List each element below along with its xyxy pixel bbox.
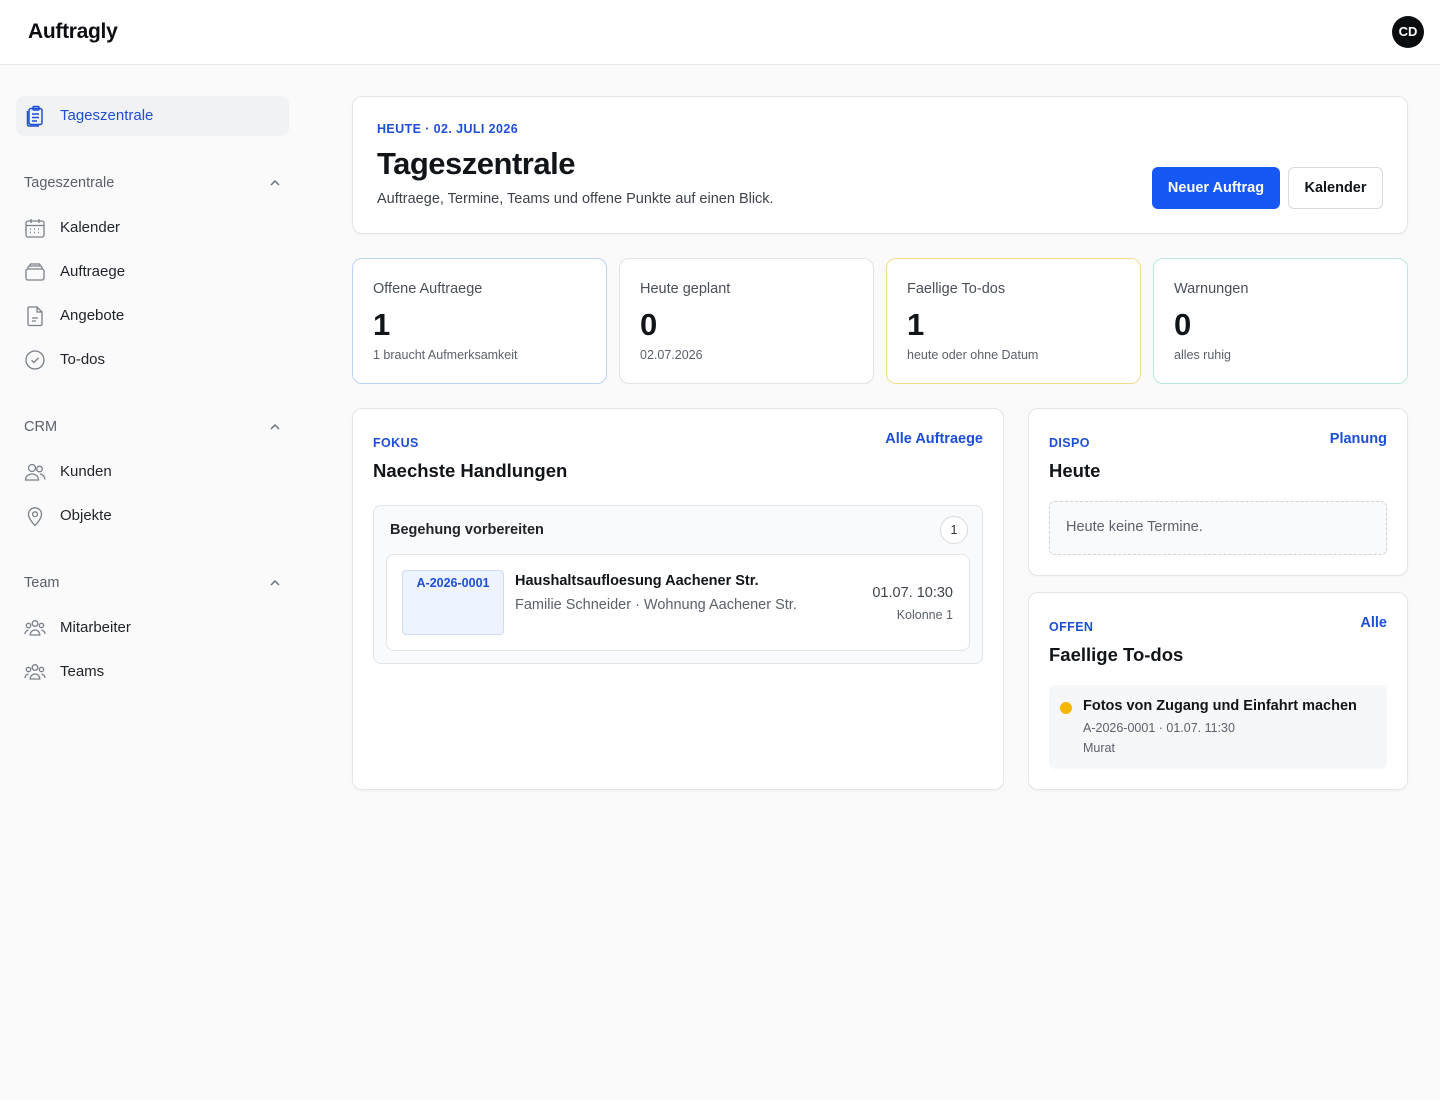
section-eyebrow: DISPO [1049,436,1090,450]
all-orders-link[interactable]: Alle Auftraege [885,431,983,447]
stat-title: Faellige To-dos [907,281,1006,297]
sidebar-item-label: Tageszentrale [60,107,154,124]
sidebar: Tageszentrale Tageszentrale Kalender Auf… [0,65,305,1100]
stack-icon [25,263,45,281]
sidebar-group-crm[interactable]: CRM [24,417,282,439]
empty-appointments: Heute keine Termine. [1049,501,1387,555]
section-eyebrow: OFFEN [1049,620,1094,634]
calendar-button[interactable]: Kalender [1288,167,1383,209]
order-datetime: 01.07. 10:30 [872,585,953,601]
stat-value: 1 [373,307,391,342]
section-title: Heute [1049,460,1101,481]
sidebar-item-label: To-dos [60,351,106,368]
document-icon [27,306,43,327]
stat-title: Offene Auftraege [373,281,483,297]
section-eyebrow: FOKUS [373,436,419,450]
todo-item[interactable]: Fotos von Zugang und Einfahrt machen A-2… [1049,685,1387,769]
order-id-badge[interactable]: A-2026-0001 [402,570,504,635]
date-eyebrow: HEUTE · 02. JULI 2026 [377,122,519,136]
todo-assignee: Murat [1083,741,1115,755]
clipboard-icon [26,105,43,127]
stat-subtext: 02.07.2026 [640,348,703,362]
all-todos-link[interactable]: Alle [1360,615,1387,631]
open-todos-card: OFFEN Alle Faellige To-dos Fotos von Zug… [1028,592,1408,790]
stat-title: Heute geplant [640,281,731,297]
brand-logo[interactable]: Auftragly [28,20,118,44]
order-team: Kolonne 1 [896,608,953,622]
stat-subtext: alles ruhig [1174,348,1231,362]
stat-title: Warnungen [1174,281,1249,297]
planning-link[interactable]: Planung [1330,431,1387,447]
sidebar-group-tageszentrale[interactable]: Tageszentrale [24,173,282,195]
sidebar-group-team[interactable]: Team [24,573,282,595]
sidebar-item-label: Angebote [60,307,125,324]
chevron-up-icon [270,179,280,186]
status-dot [1060,702,1072,714]
section-title: Faellige To-dos [1049,644,1184,665]
user-avatar[interactable]: CD [1392,16,1424,48]
stat-value: 1 [907,307,925,342]
sidebar-item-label: Kunden [60,463,112,480]
order-subtitle: Familie Schneider · Wohnung Aachener Str… [515,597,797,613]
stat-subtext: 1 braucht Aufmerksamkeit [373,348,518,362]
sidebar-item-auftraege[interactable]: Auftraege [24,260,282,284]
sidebar-item-tageszentrale-active[interactable]: Tageszentrale [16,96,289,136]
people-group-icon [24,664,46,680]
sidebar-item-kalender[interactable]: Kalender [24,216,282,240]
sidebar-item-label: Mitarbeiter [60,619,131,636]
stat-card-warnungen[interactable]: Warnungen 0 alles ruhig [1153,258,1408,384]
sidebar-group-label: Team [24,575,60,591]
page-title: Tageszentrale [377,146,575,181]
sidebar-item-mitarbeiter[interactable]: Mitarbeiter [24,616,282,640]
todo-meta: A-2026-0001 · 01.07. 11:30 [1083,721,1235,735]
sidebar-item-todos[interactable]: To-dos [24,348,282,372]
dispo-card: DISPO Planung Heute Heute keine Termine. [1028,408,1408,576]
sidebar-item-label: Teams [60,663,105,680]
sidebar-group-label: CRM [24,419,58,435]
chevron-up-icon [270,423,280,430]
empty-state-text: Heute keine Termine. [1066,519,1203,535]
sidebar-item-angebote[interactable]: Angebote [24,304,282,328]
todo-title: Fotos von Zugang und Einfahrt machen [1083,698,1357,714]
chevron-up-icon [270,579,280,586]
stat-card-heute-geplant[interactable]: Heute geplant 0 02.07.2026 [619,258,874,384]
sidebar-item-label: Kalender [60,219,121,236]
users-icon [24,463,46,481]
top-bar: Auftragly CD [0,0,1440,65]
action-group-title: Begehung vorbereiten [390,522,544,538]
sidebar-item-kunden[interactable]: Kunden [24,460,282,484]
sidebar-item-label: Objekte [60,507,112,524]
order-row[interactable]: A-2026-0001 Haushaltsaufloesung Aachener… [386,554,970,651]
new-order-button[interactable]: Neuer Auftrag [1152,167,1280,209]
focus-card: FOKUS Alle Auftraege Naechste Handlungen… [352,408,1004,790]
hero-card: HEUTE · 02. JULI 2026 Tageszentrale Auft… [352,96,1408,234]
sidebar-group-label: Tageszentrale [24,175,115,191]
check-circle-icon [25,350,45,370]
stat-value: 0 [1174,307,1192,342]
action-count-badge: 1 [940,516,968,544]
sidebar-item-label: Auftraege [60,263,126,280]
people-group-icon [24,620,46,636]
map-pin-icon [27,507,43,527]
stat-card-faellige-todos[interactable]: Faellige To-dos 1 heute oder ohne Datum [886,258,1141,384]
stat-value: 0 [640,307,658,342]
calendar-icon [25,219,45,238]
order-title: Haushaltsaufloesung Aachener Str. [515,573,759,589]
stat-subtext: heute oder ohne Datum [907,348,1039,362]
section-title: Naechste Handlungen [373,460,568,481]
stat-card-offene-auftraege[interactable]: Offene Auftraege 1 1 braucht Aufmerksamk… [352,258,607,384]
page-subtitle: Auftraege, Termine, Teams und offene Pun… [377,191,774,207]
sidebar-item-teams[interactable]: Teams [24,660,282,684]
action-group: Begehung vorbereiten 1 A-2026-0001 Haush… [373,505,983,664]
sidebar-item-objekte[interactable]: Objekte [24,504,282,528]
